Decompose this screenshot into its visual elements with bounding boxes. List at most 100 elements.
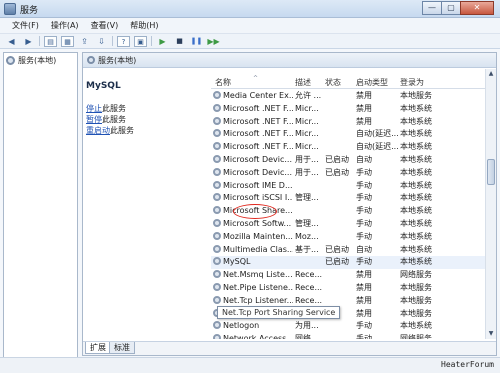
service-description-cell: 管理... [295, 193, 319, 203]
scroll-up-arrow-icon[interactable]: ▲ [486, 69, 496, 79]
service-row[interactable]: Microsoft Devic... 用于... 已启动 手动 本地系统 [211, 167, 487, 180]
service-row[interactable]: Microsoft Devic... 用于... 已启动 自动 本地系统 [211, 154, 487, 167]
service-name-cell: Netlogon [213, 320, 293, 333]
service-row[interactable]: Microsoft IME D... 手动 本地系统 [211, 180, 487, 193]
service-name-cell: Network Access... [213, 333, 293, 339]
service-name-cell: Microsoft Devic... [213, 167, 293, 180]
column-header-startup-type[interactable]: 启动类型 [356, 77, 388, 88]
service-log-on-as-cell: 本地系统 [400, 193, 432, 203]
pause-service-link[interactable]: 暂停 [86, 115, 102, 124]
service-name-text: Microsoft .NET F... [223, 103, 293, 113]
service-row[interactable]: Microsoft Softw... 管理... 手动 本地系统 [211, 218, 487, 231]
service-startup-type-cell: 手动 [356, 218, 372, 228]
service-row[interactable]: Net.Pipe Listene... Rece... 禁用 本地服务 [211, 282, 487, 295]
show-tree-icon[interactable]: ▤ [44, 35, 57, 47]
service-description-cell: 管理... [295, 218, 319, 228]
service-description-cell: Rece... [295, 282, 323, 292]
service-startup-type-cell: 自动(延迟... [356, 142, 399, 152]
service-description-cell: Micr... [295, 116, 319, 126]
pause-service-icon[interactable]: ❚❚ [190, 36, 203, 47]
scroll-down-arrow-icon[interactable]: ▼ [486, 329, 496, 339]
column-header-description[interactable]: 描述 [295, 77, 311, 88]
service-row[interactable]: Multimedia Clas... 基于... 已启动 自动 本地系统 [211, 244, 487, 257]
maximize-button[interactable]: ▢ [441, 1, 461, 15]
service-startup-type-cell: 禁用 [356, 103, 372, 113]
gear-icon [213, 257, 221, 266]
menu-action[interactable]: 操作(A) [45, 18, 85, 33]
service-row[interactable]: Microsoft .NET F... Micr... 自动(延迟... 本地系统 [211, 128, 487, 141]
column-header-log-on-as[interactable]: 登录为 [400, 77, 424, 88]
service-name-cell: Microsoft .NET F... [213, 116, 293, 129]
close-button[interactable]: ✕ [460, 1, 494, 15]
gear-icon [6, 56, 15, 65]
service-log-on-as-cell: 本地服务 [400, 308, 432, 318]
service-log-on-as-cell: 本地服务 [400, 91, 432, 100]
service-row[interactable]: Mozilla Mainten... Moz... 手动 本地系统 [211, 231, 487, 244]
back-arrow-icon[interactable]: ◀ [5, 36, 18, 47]
tree-node-services-local[interactable]: 服务(本地) [6, 55, 56, 66]
tab-standard[interactable]: 标准 [109, 342, 135, 354]
properties-icon[interactable]: ▦ [61, 35, 74, 47]
export-list-icon[interactable]: ⇩ [95, 36, 108, 47]
refresh-icon[interactable]: ⇪ [78, 36, 91, 47]
service-description-cell: Moz... [295, 231, 319, 241]
service-log-on-as-cell: 本地系统 [400, 206, 432, 216]
scrollbar-thumb[interactable] [487, 159, 495, 185]
service-row[interactable]: Netlogon 为用... 手动 本地系统 [211, 320, 487, 333]
action-suffix: 此服务 [102, 104, 126, 113]
forward-arrow-icon[interactable]: ▶ [22, 36, 35, 47]
console-icon[interactable]: ▣ [134, 35, 147, 47]
service-name-text: Netlogon [223, 321, 260, 331]
service-row[interactable]: Media Center Ex... 允许 ... 禁用 本地服务 [211, 90, 487, 103]
toolbar-separator [39, 36, 40, 46]
service-startup-type-cell: 自动 [356, 244, 372, 254]
service-name-text: Microsoft Devic... [223, 154, 293, 164]
service-description-cell: 为用... [295, 321, 319, 331]
service-description-cell: 网络... [295, 334, 319, 339]
service-row[interactable]: Microsoft .NET F... Micr... 自动(延迟... 本地系统 [211, 141, 487, 154]
column-header-name[interactable]: 名称 ^ [215, 75, 258, 88]
service-log-on-as-cell: 本地系统 [400, 154, 432, 164]
service-status-cell: 已启动 [325, 154, 349, 164]
stop-service-icon[interactable]: ■ [173, 36, 186, 47]
service-name-tooltip: Net.Tcp Port Sharing Service [217, 306, 341, 319]
restart-service-icon[interactable]: ▶▶ [207, 36, 220, 47]
minimize-button[interactable]: — [422, 1, 442, 15]
gear-icon [213, 321, 221, 330]
stop-service-link[interactable]: 停止 [86, 104, 102, 113]
service-description-panel: MySQL 停止此服务 暂停此服务 重启动此服务 [83, 69, 209, 339]
service-startup-type-cell: 禁用 [356, 116, 372, 126]
menu-help[interactable]: 帮助(H) [124, 18, 164, 33]
title-bar[interactable]: 服务 — ▢ ✕ [0, 0, 500, 18]
service-startup-type-cell: 手动 [356, 231, 372, 241]
service-row[interactable]: Microsoft .NET F... Micr... 禁用 本地系统 [211, 116, 487, 129]
service-row[interactable]: MySQL 已启动 手动 本地系统 [211, 256, 487, 270]
service-name-text: Microsoft Softw... [223, 218, 292, 228]
selected-service-name: MySQL [86, 81, 121, 91]
gear-icon [213, 244, 221, 253]
gear-icon [213, 142, 221, 151]
window-title: 服务 [20, 6, 39, 16]
column-header-status[interactable]: 状态 [325, 77, 341, 88]
service-row[interactable]: Net.Msmq Liste... Rece... 禁用 网络服务 [211, 269, 487, 282]
help-icon[interactable]: ? [117, 35, 130, 47]
menu-view[interactable]: 查看(V) [85, 18, 125, 33]
tab-extended[interactable]: 扩展 [85, 342, 111, 354]
service-log-on-as-cell: 本地系统 [400, 142, 432, 152]
service-log-on-as-cell: 本地系统 [400, 116, 432, 126]
service-description-cell: 用于... [295, 154, 319, 164]
service-row[interactable]: Network Access... 网络... 手动 网络服务 [211, 333, 487, 339]
menu-file[interactable]: 文件(F) [6, 18, 45, 33]
gear-icon [213, 206, 221, 215]
service-name-cell: Microsoft Softw... [213, 218, 293, 231]
service-startup-type-cell: 手动 [356, 334, 372, 339]
vertical-scrollbar[interactable]: ▲ ▼ [485, 69, 496, 339]
start-service-icon[interactable]: ▶ [156, 36, 169, 47]
service-log-on-as-cell: 本地系统 [400, 180, 432, 190]
restart-service-link[interactable]: 重启动 [86, 126, 110, 135]
service-row[interactable]: Microsoft .NET F... Micr... 禁用 本地系统 [211, 103, 487, 116]
service-description-cell: 用于... [295, 167, 319, 177]
service-name-cell: Media Center Ex... [213, 90, 293, 103]
service-status-cell: 已启动 [325, 257, 349, 267]
service-name-cell: Microsoft .NET F... [213, 141, 293, 154]
